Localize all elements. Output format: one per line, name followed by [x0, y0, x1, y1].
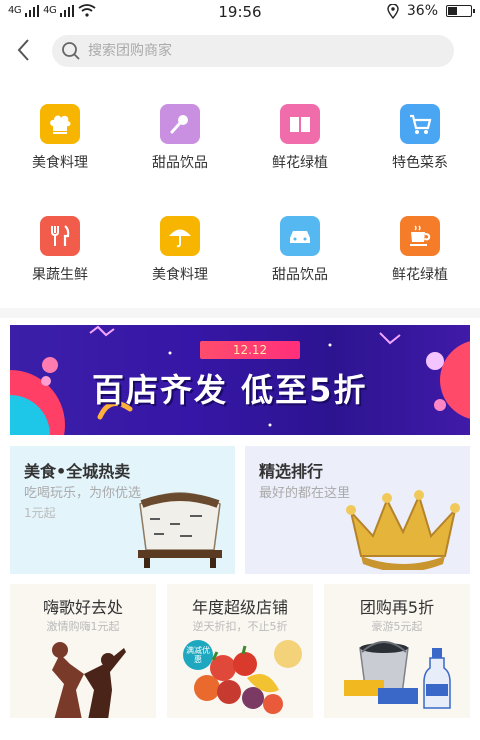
category-label: 特色菜系 — [392, 155, 448, 171]
category-item[interactable]: 美食料理 — [120, 216, 240, 284]
category-label: 果蔬生鲜 — [32, 267, 88, 283]
promo-price: 1元起 — [24, 506, 56, 520]
promo-banner[interactable]: 12.12 百店齐发 低至5折 — [10, 325, 470, 435]
category-label: 美食料理 — [152, 267, 208, 283]
umbrella-icon — [160, 216, 200, 256]
category-label: 鲜花绿植 — [392, 267, 448, 283]
cleaning-supplies-image — [344, 641, 451, 709]
promo-card-food[interactable]: 美食•全城热卖 吃喝玩乐，为你优选 1元起 — [10, 446, 235, 574]
promo-card-store[interactable]: 年度超级店铺 逆天折扣，不止5折 满减优惠 — [167, 584, 313, 718]
promo-subtitle: 豪游5元起 — [371, 620, 423, 633]
category-item[interactable]: 果蔬生鲜 — [0, 216, 120, 284]
search-icon — [58, 38, 84, 64]
promo-title: 美食•全城热卖 — [24, 462, 131, 481]
status-bar: 4G 4G 19:56 36% — [0, 0, 480, 24]
dancers-image — [52, 642, 126, 718]
status-right: 36% — [387, 3, 475, 19]
promo-subtitle: 逆天折扣，不止5折 — [192, 620, 288, 633]
category-label: 美食料理 — [32, 155, 88, 171]
car-icon — [280, 216, 320, 256]
crown-image — [346, 490, 460, 570]
battery-icon — [446, 5, 475, 17]
chef-hat-icon — [40, 104, 80, 144]
promo-title: 团购再5折 — [359, 598, 435, 617]
promo-title: 年度超级店铺 — [191, 598, 288, 617]
category-item[interactable]: 甜品饮品 — [240, 216, 360, 284]
book-icon — [280, 104, 320, 144]
battery-fill — [448, 7, 457, 15]
category-item[interactable]: 鲜花绿植 — [360, 216, 480, 284]
promo-subtitle: 最好的都在这里 — [259, 486, 351, 501]
promo-title: 嗨歌好去处 — [42, 598, 123, 617]
grill-pot-image — [138, 492, 222, 568]
battery-percent: 36% — [406, 3, 438, 19]
location-icon — [387, 3, 399, 19]
promo-title: 精选排行 — [259, 462, 324, 481]
category-item[interactable]: 美食料理 — [0, 104, 120, 172]
chevron-left-icon — [17, 39, 29, 61]
section-divider — [0, 308, 480, 318]
cart-icon — [400, 104, 440, 144]
category-label: 鲜花绿植 — [272, 155, 328, 171]
back-button[interactable] — [14, 36, 42, 64]
utensils-icon — [40, 216, 80, 256]
category-item[interactable]: 特色菜系 — [360, 104, 480, 172]
category-label: 甜品饮品 — [152, 155, 208, 171]
promo-card-ktv[interactable]: 嗨歌好去处 激情购嗨1元起 — [10, 584, 156, 718]
microphone-icon — [160, 104, 200, 144]
search-bar[interactable] — [52, 35, 454, 67]
fruit-basket-image — [194, 640, 302, 714]
banner-headline: 百店齐发 低至5折 — [92, 371, 368, 409]
category-item[interactable]: 鲜花绿植 — [240, 104, 360, 172]
search-input[interactable] — [88, 43, 428, 59]
category-item[interactable]: 甜品饮品 — [120, 104, 240, 172]
banner-tag: 12.12 — [200, 341, 300, 359]
promo-subtitle: 激情购嗨1元起 — [46, 620, 120, 633]
coffee-icon — [400, 216, 440, 256]
promo-card-ranking[interactable]: 精选排行 最好的都在这里 — [245, 446, 470, 574]
promo-card-group[interactable]: 团购再5折 豪游5元起 — [324, 584, 470, 718]
category-label: 甜品饮品 — [272, 267, 328, 283]
promo-subtitle: 吃喝玩乐，为你优选 — [24, 486, 142, 501]
